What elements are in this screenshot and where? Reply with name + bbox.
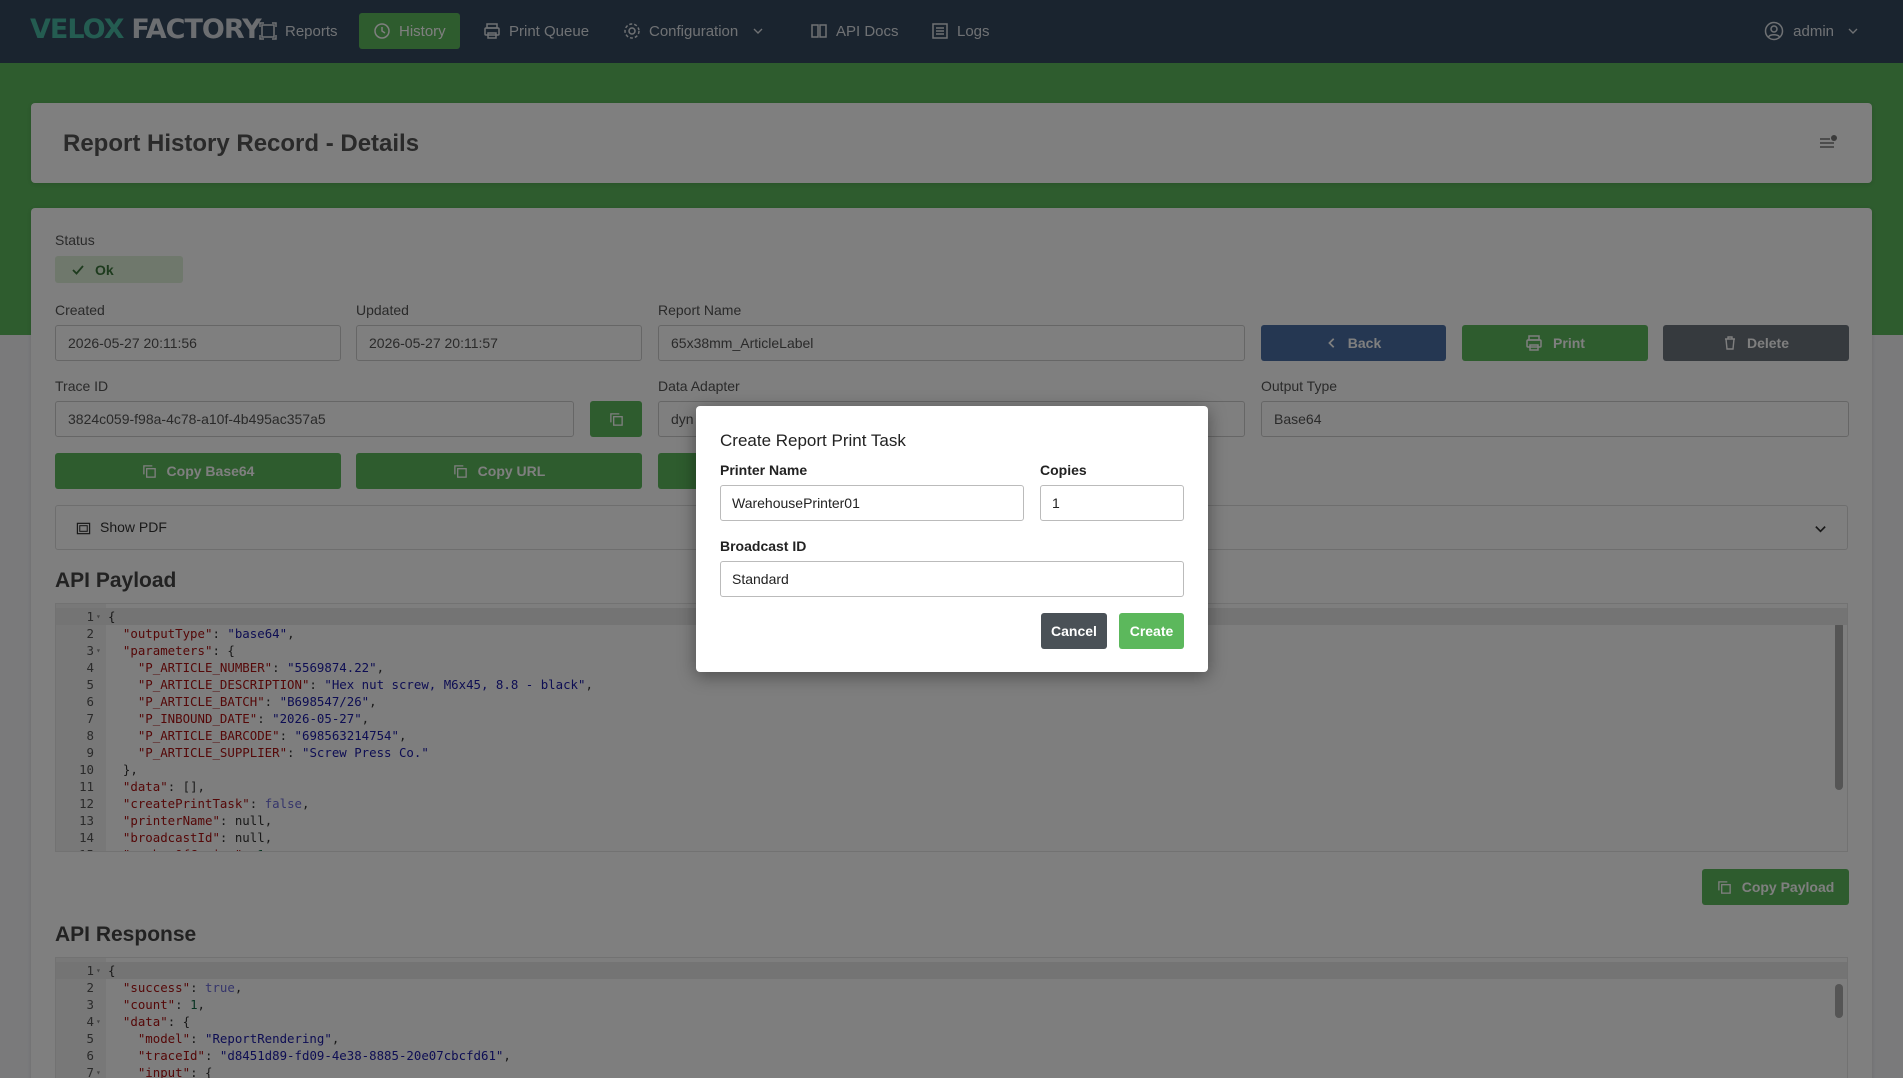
copies-input[interactable]: 1 [1040, 485, 1184, 521]
broadcast-id-label: Broadcast ID [720, 538, 807, 554]
modal-title: Create Report Print Task [720, 431, 906, 450]
printer-name-input[interactable]: WarehousePrinter01 [720, 485, 1024, 521]
create-button[interactable]: Create [1119, 613, 1184, 649]
broadcast-id-input[interactable]: Standard [720, 561, 1184, 597]
printer-name-label: Printer Name [720, 462, 808, 478]
copies-label: Copies [1040, 462, 1087, 478]
create-print-task-modal: Create Report Print Task Printer Name Wa… [696, 406, 1208, 672]
cancel-button[interactable]: Cancel [1041, 613, 1107, 649]
